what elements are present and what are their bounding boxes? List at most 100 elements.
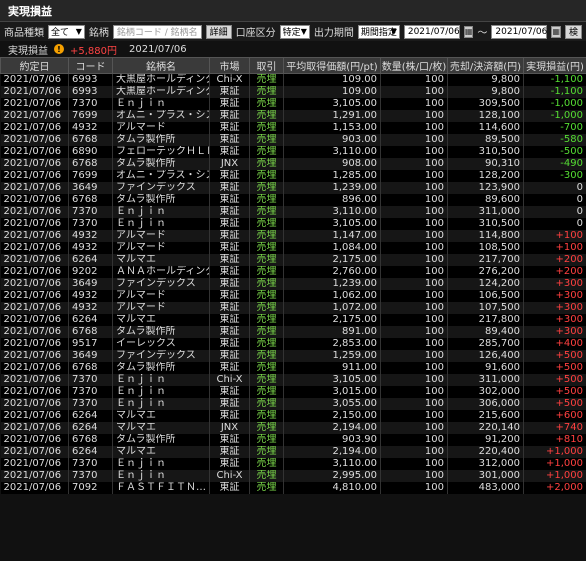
col-header-trade-type[interactable]: 取引 — [249, 57, 284, 74]
col-header-settlement[interactable]: 売却/決済額(円) — [447, 57, 524, 74]
col-header-market[interactable]: 市場 — [209, 57, 250, 74]
cell-avg-price: 3,110.00 — [283, 206, 381, 218]
calendar-icon[interactable]: ▦ — [463, 25, 474, 38]
account-select[interactable]: 特定 ▼ — [279, 24, 310, 39]
cell-quantity: 100 — [380, 73, 448, 86]
table-row[interactable]: 2021/07/066993大黒屋ホールディングス東証売埋109.001009,… — [0, 86, 586, 98]
table-row[interactable]: 2021/07/06 3649 ファインデックス 東証 売埋 1,239.00 100 124… — [0, 278, 586, 290]
table-row[interactable]: 2021/07/06 6264 マルマエ JNX 売埋 2,194.00 100 220,14… — [0, 422, 586, 434]
table-row[interactable]: 2021/07/06 6768 タムラ製作所 東証 売埋 896.00 100 89,600 0 — [0, 194, 586, 206]
cell-trade-date: 2021/07/06 — [0, 446, 69, 458]
table-row[interactable]: 2021/07/06 4932 アルマード 東証 売埋 1,062.00 100 106,50… — [0, 290, 586, 302]
cell-avg-price: 911.00 — [283, 362, 381, 374]
cell-trade-type: 売埋 — [249, 110, 284, 122]
table-row[interactable]: 2021/07/06 7370 Ｅｎｊｉｎ 東証 売埋 3,110.00 100 311,00… — [0, 206, 586, 218]
cell-quantity: 100 — [380, 194, 448, 206]
date-from-input[interactable]: 2021/07/06 — [403, 24, 460, 39]
table-row[interactable]: 2021/07/067699オムニ・プラス・システ…東証売埋1,285.0010… — [0, 170, 586, 182]
cell-trade-date: 2021/07/06 — [0, 386, 69, 398]
cell-trade-date: 2021/07/06 — [0, 266, 69, 278]
cell-settlement: 9,800 — [447, 86, 524, 98]
table-row[interactable]: 2021/07/06 6264 マルマエ 東証 売埋 2,194.00 100 220,400… — [0, 446, 586, 458]
cell-trade-date: 2021/07/06 — [0, 122, 69, 134]
table-row[interactable]: 2021/07/06 6768 タムラ製作所 東証 売埋 891.00 100 89,400 +… — [0, 326, 586, 338]
cell-realized-pnl: +500 — [523, 362, 586, 374]
table-row[interactable]: 2021/07/06 3649 ファインデックス 東証 売埋 1,259.00 100 126… — [0, 350, 586, 362]
cell-market: 東証 — [209, 458, 250, 470]
cell-issue-name: ＡＮＡホールディングス — [112, 266, 210, 278]
cell-issue-name: アルマード — [112, 122, 210, 134]
table-row[interactable]: 2021/07/06 7092 ＦＡＳＴＦＩＴＮ… 東証 売埋 4,810.00 100 48… — [0, 482, 586, 494]
table-row[interactable]: 2021/07/06 7370 Ｅｎｊｉｎ 東証 売埋 3,015.00 100 302,00… — [0, 386, 586, 398]
table-row[interactable]: 2021/07/06 6264 マルマエ 東証 売埋 2,175.00 100 217,700… — [0, 254, 586, 266]
cell-issue-name: タムラ製作所 — [112, 194, 210, 206]
table-row[interactable]: 2021/07/06 7370 Ｅｎｊｉｎ 東証 売埋 3,105.00 100 309,50… — [0, 98, 586, 110]
search-button[interactable]: 検 — [564, 24, 582, 39]
table-row[interactable]: 2021/07/066993大黒屋ホールディングスChi-X売埋109.0010… — [0, 73, 586, 86]
product-type-select[interactable]: 全て ▼ — [48, 24, 85, 39]
table-row[interactable]: 2021/07/069202ＡＮＡホールディングス東証売埋2,760.00100… — [0, 266, 586, 278]
table-row[interactable]: 2021/07/067699オムニ・プラス・システ…東証売埋1,291.0010… — [0, 110, 586, 122]
date-to-input[interactable]: 2021/07/06 — [491, 24, 548, 39]
warning-icon[interactable]: ! — [54, 44, 64, 54]
col-header-quantity[interactable]: 数量(株/口/枚) — [380, 57, 448, 74]
cell-settlement: 306,000 — [447, 398, 524, 410]
cell-trade-type: 売埋 — [249, 290, 284, 302]
cell-code: 6768 — [68, 326, 113, 338]
table-row[interactable]: 2021/07/06 7370 Ｅｎｊｉｎ Chi-X 売埋 2,995.00 100 301… — [0, 470, 586, 482]
cell-avg-price: 2,175.00 — [283, 314, 381, 326]
table-row[interactable]: 2021/07/06 6768 タムラ製作所 東証 売埋 903.00 100 89,500-… — [0, 134, 586, 146]
cell-trade-type: 売埋 — [249, 362, 284, 374]
cell-trade-type: 売埋 — [249, 278, 284, 290]
cell-settlement: 311,000 — [447, 374, 524, 386]
table-row[interactable]: 2021/07/06 3649 ファインデックス 東証 売埋 1,239.00 100 123… — [0, 182, 586, 194]
col-header-realized-pnl[interactable]: 実現損益(円) — [523, 57, 586, 74]
cell-trade-date: 2021/07/06 — [0, 302, 69, 314]
detail-button[interactable]: 詳細 — [205, 24, 232, 39]
cell-avg-price: 2,853.00 — [283, 338, 381, 350]
cell-trade-date: 2021/07/06 — [0, 278, 69, 290]
cell-quantity: 100 — [380, 302, 448, 314]
col-header-avg-price[interactable]: 平均取得価額(円/pt) — [283, 57, 381, 74]
table-row[interactable]: 2021/07/06 6264 マルマエ 東証 売埋 2,150.00 100 215,600… — [0, 410, 586, 422]
table-row[interactable]: 2021/07/06 7370 Ｅｎｊｉｎ 東証 売埋 3,055.00 100 306,00… — [0, 398, 586, 410]
cell-trade-type: 売埋 — [249, 254, 284, 266]
cell-settlement: 301,000 — [447, 470, 524, 482]
col-header-issue-name[interactable]: 銘柄名 — [112, 57, 210, 74]
cell-quantity: 100 — [380, 434, 448, 446]
product-type-value: 全て — [51, 28, 70, 38]
cell-issue-name: ファインデックス — [112, 278, 210, 290]
table-row[interactable]: 2021/07/066890フェローテックＨＬＤ…東証売埋3,110.00100… — [0, 146, 586, 158]
period-select[interactable]: 期間指定 ▼ — [357, 24, 400, 39]
window-title: 実現損益 — [0, 0, 586, 22]
issue-search-input[interactable]: 銘柄コード / 銘柄名 — [112, 24, 202, 39]
cell-realized-pnl: +200 — [523, 254, 586, 266]
col-header-trade-date[interactable]: 約定日 — [0, 57, 69, 74]
table-row[interactable]: 2021/07/06 7370 Ｅｎｊｉｎ 東証 売埋 3,105.00 100 310,50… — [0, 218, 586, 230]
cell-code: 7699 — [68, 170, 113, 182]
cell-code: 6890 — [68, 146, 113, 158]
table-row[interactable]: 2021/07/06 7370 Ｅｎｊｉｎ 東証 売埋 3,110.00 100 312,00… — [0, 458, 586, 470]
table-row[interactable]: 2021/07/06 6768 タムラ製作所 JNX 売埋 908.00 100 90,310… — [0, 158, 586, 170]
cell-market: Chi-X — [209, 470, 250, 482]
table-row[interactable]: 2021/07/06 4932 アルマード 東証 売埋 1,153.00 100 114,60… — [0, 122, 586, 134]
table-row[interactable]: 2021/07/06 7370 Ｅｎｊｉｎ Chi-X 売埋 3,105.00 100 311… — [0, 374, 586, 386]
cell-realized-pnl: 0 — [523, 206, 586, 218]
col-header-code[interactable]: コード — [68, 57, 113, 74]
cell-trade-type: 売埋 — [249, 98, 284, 110]
cell-market: 東証 — [209, 254, 250, 266]
cell-trade-type: 売埋 — [249, 386, 284, 398]
calendar-icon[interactable]: ▦ — [551, 25, 561, 38]
table-row[interactable]: 2021/07/06 4932 アルマード 東証 売埋 1,147.00 100 114,80… — [0, 230, 586, 242]
cell-avg-price: 1,062.00 — [283, 290, 381, 302]
cell-issue-name: フェローテックＨＬＤ… — [112, 146, 210, 158]
table-row[interactable]: 2021/07/06 6768 タムラ製作所 東証 売埋 911.00 100 91,600 +… — [0, 362, 586, 374]
table-row[interactable]: 2021/07/06 4932 アルマード 東証 売埋 1,084.00 100 108,50… — [0, 242, 586, 254]
cell-issue-name: タムラ製作所 — [112, 362, 210, 374]
table-row[interactable]: 2021/07/06 9517 イーレックス 東証 売埋 2,853.00 100 285,7… — [0, 338, 586, 350]
table-row[interactable]: 2021/07/06 6264 マルマエ 東証 売埋 2,175.00 100 217,800… — [0, 314, 586, 326]
cell-market: 東証 — [209, 194, 250, 206]
table-row[interactable]: 2021/07/06 4932 アルマード 東証 売埋 1,072.00 100 107,50… — [0, 302, 586, 314]
table-row[interactable]: 2021/07/06 6768 タムラ製作所 東証 売埋 903.90 100 91,200 +… — [0, 434, 586, 446]
cell-settlement: 107,500 — [447, 302, 524, 314]
